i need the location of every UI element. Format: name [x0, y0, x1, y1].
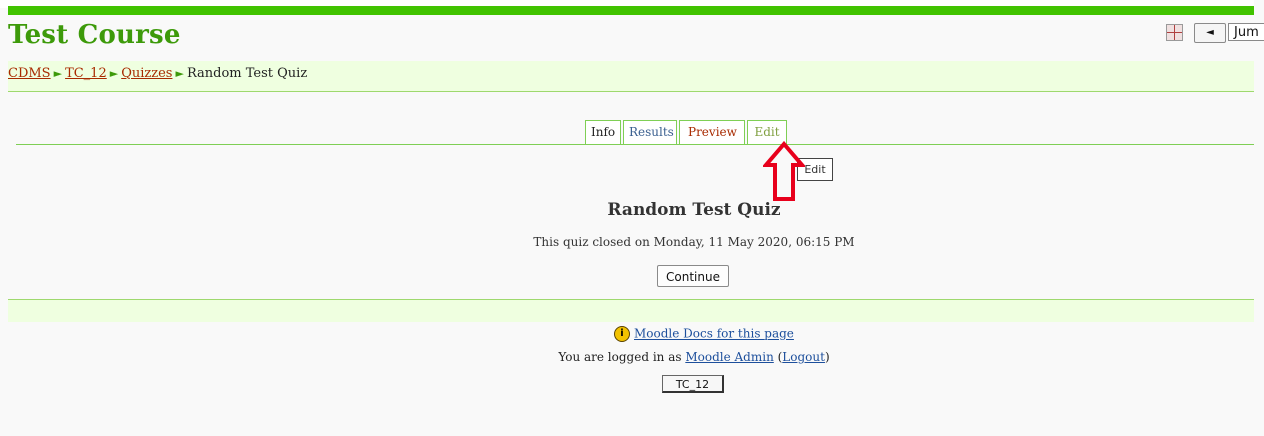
login-info: You are logged in as Moodle Admin (Logou… [0, 350, 1264, 364]
breadcrumb-separator-icon: ► [109, 67, 119, 80]
user-profile-link[interactable]: Moodle Admin [685, 350, 773, 364]
quiz-title: Random Test Quiz [607, 200, 781, 220]
moodle-docs-link[interactable]: Moodle Docs for this page [634, 327, 794, 341]
continue-button[interactable]: Continue [657, 265, 729, 287]
breadcrumb-separator-icon: ► [53, 67, 63, 80]
previous-activity-button[interactable]: ◄ [1194, 23, 1226, 43]
breadcrumb-link-cdms[interactable]: CDMS [8, 66, 51, 81]
red-arrow-annotation-icon [763, 141, 805, 201]
breadcrumb-link-course[interactable]: TC_12 [65, 66, 107, 81]
switch-role-icon[interactable] [1166, 24, 1183, 41]
quiz-closed-message: This quiz closed on Monday, 11 May 2020,… [533, 235, 855, 249]
tab-preview[interactable]: Preview [679, 120, 745, 144]
moodle-docs-line: i Moodle Docs for this page [614, 326, 794, 342]
course-title: Test Course [8, 20, 181, 50]
footer-band [8, 299, 1254, 322]
login-prefix: You are logged in as [558, 350, 686, 364]
breadcrumb-separator-icon: ► [175, 67, 184, 80]
quiz-tabs: Info Results Preview Edit [585, 120, 787, 145]
logout-link[interactable]: Logout [782, 350, 825, 364]
logout-close-paren: ) [824, 350, 830, 364]
breadcrumb: CDMS ► TC_12 ► Quizzes ► Random Test Quiz [8, 66, 307, 81]
page: Test Course ◄ Jum CDMS ► TC_12 ► Quizzes ► Ran… [0, 0, 1264, 436]
tab-results[interactable]: Results [623, 120, 677, 144]
breadcrumb-current: Random Test Quiz [186, 66, 308, 81]
header-color-bar [8, 6, 1254, 15]
navbar: CDMS ► TC_12 ► Quizzes ► Random Test Quiz [8, 61, 1254, 92]
tab-info[interactable]: Info [585, 120, 621, 144]
jump-to-select[interactable]: Jum [1228, 23, 1264, 41]
info-icon: i [614, 326, 630, 342]
breadcrumb-link-quizzes[interactable]: Quizzes [121, 66, 172, 81]
course-home-button[interactable]: TC_12 [662, 375, 724, 393]
